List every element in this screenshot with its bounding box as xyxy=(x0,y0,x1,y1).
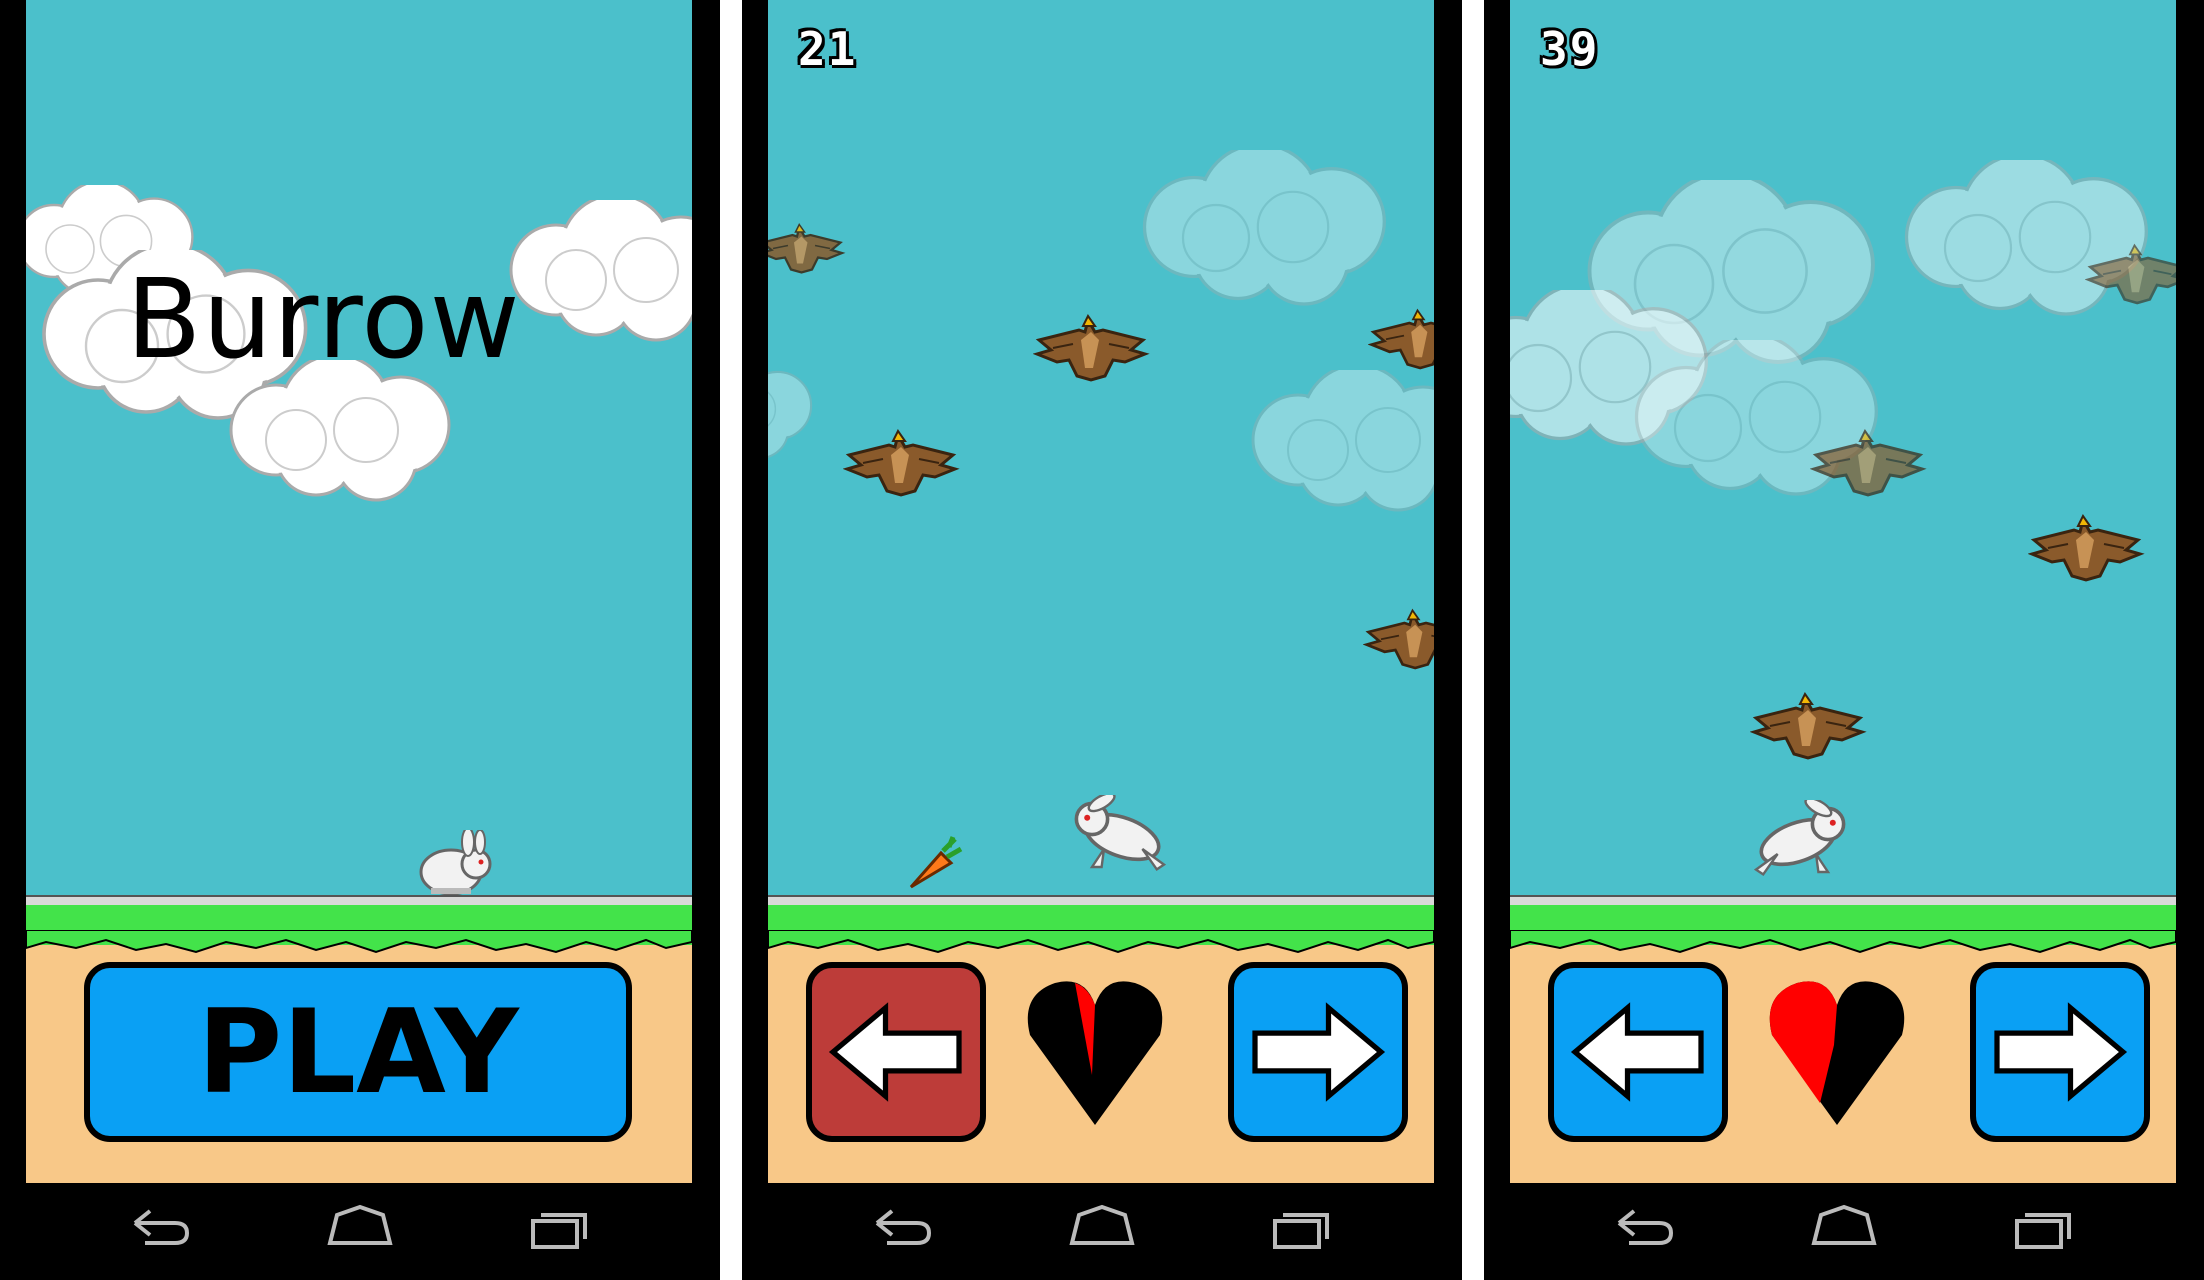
rabbit-icon xyxy=(1753,800,1846,877)
move-left-button[interactable] xyxy=(1548,962,1728,1142)
android-navbar xyxy=(742,1183,1462,1280)
back-icon[interactable] xyxy=(1609,1203,1679,1253)
play-button[interactable]: PLAY xyxy=(84,962,632,1142)
home-icon[interactable] xyxy=(1809,1203,1879,1253)
gameplay-phone-2: 39 xyxy=(1484,0,2204,1280)
hawk-icon xyxy=(1370,309,1434,370)
move-right-button[interactable] xyxy=(1228,962,1408,1142)
arrow-left-icon xyxy=(812,968,980,1136)
gameplay-phone-1: 21 xyxy=(742,0,1462,1280)
hawk-icon xyxy=(2087,244,2176,305)
grass-edge xyxy=(26,930,692,953)
recent-apps-icon[interactable] xyxy=(1267,1203,1337,1253)
recent-apps-icon[interactable] xyxy=(2009,1203,2079,1253)
cloud xyxy=(509,200,692,342)
hawk-icon xyxy=(1365,609,1434,670)
cloud xyxy=(1142,150,1386,306)
hawk-icon xyxy=(1812,429,1924,497)
android-navbar xyxy=(0,1183,720,1280)
grass-edge xyxy=(1510,930,2176,953)
cloud xyxy=(229,360,451,502)
home-icon[interactable] xyxy=(325,1203,395,1253)
arrow-right-icon xyxy=(1234,968,1402,1136)
recent-apps-icon[interactable] xyxy=(525,1203,595,1253)
back-icon[interactable] xyxy=(125,1203,195,1253)
cloud xyxy=(1251,370,1434,512)
heart-health-icon xyxy=(1027,981,1163,1125)
rabbit-icon xyxy=(419,830,492,896)
heart-health-icon xyxy=(1769,981,1905,1125)
carrot-icon xyxy=(909,836,963,889)
score-counter: 39 xyxy=(1540,22,1600,76)
arrow-right-icon xyxy=(1976,968,2144,1136)
move-right-button[interactable] xyxy=(1970,962,2150,1142)
back-icon[interactable] xyxy=(867,1203,937,1253)
hawk-icon xyxy=(1752,692,1864,760)
game-screen: Burrow PLAY xyxy=(26,0,692,1183)
move-left-button[interactable] xyxy=(806,962,986,1142)
android-navbar xyxy=(1484,1183,2204,1280)
score-counter: 21 xyxy=(798,22,858,76)
game-screen: 39 xyxy=(1510,0,2176,1183)
hawk-icon xyxy=(768,223,844,274)
arrow-left-icon xyxy=(1554,968,1722,1136)
home-icon[interactable] xyxy=(1067,1203,1137,1253)
title-screen-phone: Burrow PLAY xyxy=(0,0,720,1280)
cloud xyxy=(768,360,813,460)
hawk-icon xyxy=(2030,514,2142,582)
rabbit-icon xyxy=(1074,795,1167,872)
game-title: Burrow xyxy=(126,255,521,383)
game-screen: 21 xyxy=(768,0,1434,1183)
hawk-icon xyxy=(845,429,957,497)
hawk-icon xyxy=(1035,314,1147,382)
grass-edge xyxy=(768,930,1434,953)
